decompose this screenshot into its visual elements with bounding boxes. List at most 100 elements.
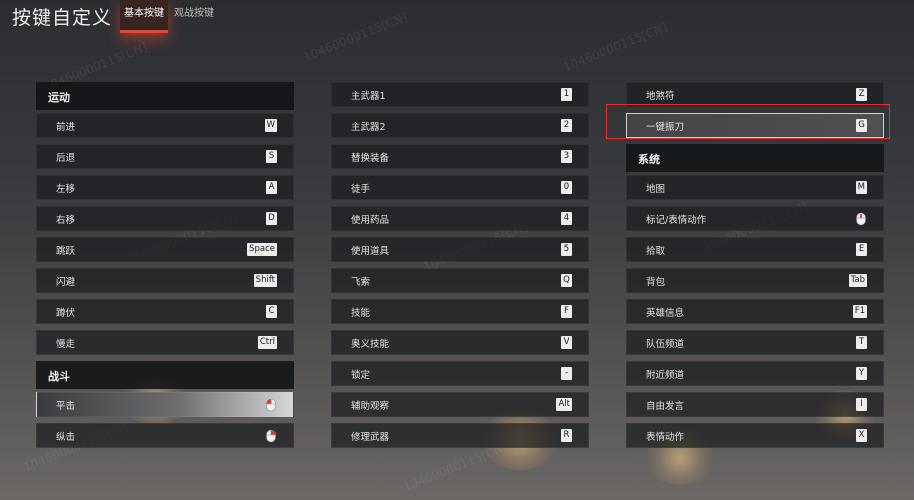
- keybind-label: 背包: [646, 277, 666, 288]
- keybind-row-heavy-attack[interactable]: 纵击: [36, 423, 294, 448]
- keybind-label: 地煞符: [646, 91, 675, 102]
- keybind-label: 锁定: [351, 370, 371, 381]
- keybind-row-backpack[interactable]: 背包 Tab: [626, 268, 884, 293]
- keybind-label: 纵击: [56, 432, 76, 443]
- keybind-row-right[interactable]: 右移 D: [36, 206, 294, 231]
- keybind-label: 标记/表情动作: [646, 215, 707, 226]
- keybind-row-primary-weapon-1[interactable]: 主武器1 1: [331, 82, 589, 107]
- section-title: 战斗: [48, 370, 70, 383]
- key-badge: C: [266, 305, 277, 318]
- keybind-row-left[interactable]: 左移 A: [36, 175, 294, 200]
- middle-column: 主武器1 1 主武器2 2 替换装备 3 徒手 0 使用药品 4 使用道具 5 飞索 Q 技能…: [331, 82, 589, 454]
- keybind-label: 飞索: [351, 277, 371, 288]
- key-badge: Tab: [848, 274, 867, 287]
- keybind-row-unarmed[interactable]: 徒手 0: [331, 175, 589, 200]
- keybind-row-ultimate-skill[interactable]: 奥义技能 V: [331, 330, 589, 355]
- keybind-label: 后退: [56, 153, 76, 164]
- key-badge: 3: [561, 150, 572, 163]
- keybind-row-emote[interactable]: 表情动作 X: [626, 423, 884, 448]
- key-badge: Z: [856, 88, 867, 101]
- key-badge: T: [856, 336, 867, 349]
- keybind-label: 闪避: [56, 277, 76, 288]
- key-badge: -: [561, 367, 572, 380]
- key-badge: 0: [561, 181, 572, 194]
- section-header-movement: 运动: [36, 82, 294, 113]
- keybind-row-skill[interactable]: 技能 F: [331, 299, 589, 324]
- keybind-row-hero-info[interactable]: 英雄信息 F1: [626, 299, 884, 324]
- tab-spectator-keys[interactable]: 观战按键: [170, 0, 218, 30]
- key-badge: E: [856, 243, 867, 256]
- keybind-label: 平击: [56, 401, 76, 412]
- keybind-label: 辅助观察: [351, 401, 390, 412]
- mouse-middle-icon: [855, 212, 867, 226]
- keybind-row-light-attack[interactable]: 平击: [36, 392, 294, 417]
- key-badge: F1: [852, 305, 867, 318]
- keybind-row-walk[interactable]: 慢走 Ctrl: [36, 330, 294, 355]
- left-column: 运动 前进 W 后退 S 左移 A 右移 D 跳跃 Space 闪避 Shift 蹲伏 C 慢…: [36, 82, 294, 454]
- key-badge: R: [561, 429, 572, 442]
- keybind-row-free-look[interactable]: 辅助观察 Alt: [331, 392, 589, 417]
- keybind-label: 左移: [56, 184, 76, 195]
- page-title: 按键自定义: [12, 7, 113, 29]
- section-header-system: 系统: [626, 144, 884, 175]
- keybind-label: 修理武器: [351, 432, 390, 443]
- key-badge: V: [561, 336, 572, 349]
- keybind-label: 奥义技能: [351, 339, 390, 350]
- keybind-label: 技能: [351, 308, 371, 319]
- keybind-row-primary-weapon-2[interactable]: 主武器2 2: [331, 113, 589, 138]
- keybind-row-map[interactable]: 地图 M: [626, 175, 884, 200]
- keybind-row-nearby-channel[interactable]: 附近频道 Y: [626, 361, 884, 386]
- mouse-right-icon: [265, 429, 277, 443]
- keybind-label: 地图: [646, 184, 666, 195]
- keybind-row-use-medicine[interactable]: 使用药品 4: [331, 206, 589, 231]
- tab-basic-keys[interactable]: 基本按键: [120, 0, 168, 33]
- keybind-label: 自由发言: [646, 401, 685, 412]
- key-badge: X: [856, 429, 867, 442]
- keybind-row-grapple[interactable]: 飞索 Q: [331, 268, 589, 293]
- key-badge: S: [266, 150, 277, 163]
- keybind-row-crouch[interactable]: 蹲伏 C: [36, 299, 294, 324]
- section-header-combat: 战斗: [36, 361, 294, 392]
- keybind-row-forward[interactable]: 前进 W: [36, 113, 294, 138]
- key-badge: W: [264, 119, 277, 132]
- keybind-label: 慢走: [56, 339, 76, 350]
- key-badge: 1: [561, 88, 572, 101]
- key-badge: D: [266, 212, 277, 225]
- keybind-row-dodge[interactable]: 闪避 Shift: [36, 268, 294, 293]
- keybind-row-pick-up[interactable]: 拾取 E: [626, 237, 884, 262]
- key-badge: Shift: [253, 274, 277, 287]
- keybind-label: 使用道具: [351, 246, 390, 257]
- keybind-row-team-channel[interactable]: 队伍频道 T: [626, 330, 884, 355]
- key-badge: A: [266, 181, 277, 194]
- keybind-row-backward[interactable]: 后退 S: [36, 144, 294, 169]
- key-badge: M: [855, 181, 867, 194]
- keybind-row-swap-equipment[interactable]: 替换装备 3: [331, 144, 589, 169]
- mouse-left-icon: [265, 398, 277, 412]
- key-badge: 2: [561, 119, 572, 132]
- keybind-row-mark-emote[interactable]: 标记/表情动作: [626, 206, 884, 231]
- keybind-row-use-item[interactable]: 使用道具 5: [331, 237, 589, 262]
- keybind-row-lock-on[interactable]: 锁定 -: [331, 361, 589, 386]
- section-title: 系统: [638, 153, 660, 166]
- keybind-label: 蹲伏: [56, 308, 76, 319]
- key-badge: 4: [561, 212, 572, 225]
- top-bar: 按键自定义 基本按键 观战按键: [0, 0, 914, 33]
- keybind-row-jump[interactable]: 跳跃 Space: [36, 237, 294, 262]
- keybind-label: 拾取: [646, 246, 666, 257]
- keybind-label: 替换装备: [351, 153, 390, 164]
- keybind-row-repair-weapon[interactable]: 修理武器 R: [331, 423, 589, 448]
- keybind-label: 右移: [56, 215, 76, 226]
- key-badge: I: [856, 398, 867, 411]
- key-badge: Ctrl: [257, 336, 277, 349]
- key-badge: Y: [856, 367, 867, 380]
- key-badge: Q: [561, 274, 572, 287]
- section-title: 运动: [48, 91, 70, 104]
- keybind-label: 附近频道: [646, 370, 685, 381]
- keybind-label: 跳跃: [56, 246, 76, 257]
- key-badge: Alt: [556, 398, 572, 411]
- keybind-label: 主武器1: [351, 91, 386, 102]
- keybind-label: 前进: [56, 122, 76, 133]
- keybind-label: 徒手: [351, 184, 371, 195]
- keybind-row-free-speech[interactable]: 自由发言 I: [626, 392, 884, 417]
- key-badge: Space: [247, 243, 277, 256]
